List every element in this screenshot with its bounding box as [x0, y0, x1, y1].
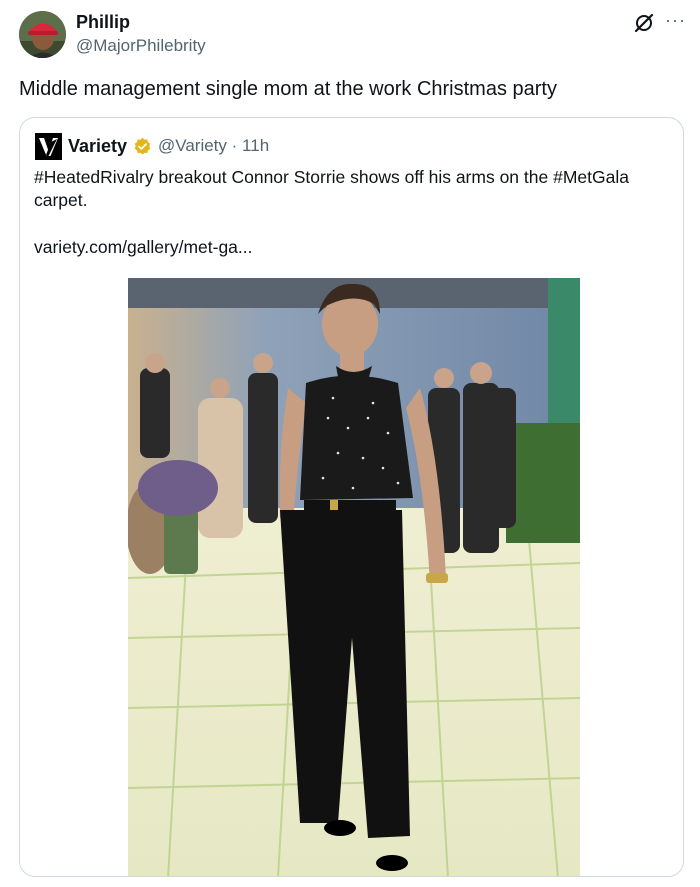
grok-icon[interactable] — [633, 12, 655, 34]
avatar[interactable] — [19, 11, 66, 58]
meta-separator: · — [231, 136, 238, 155]
author-name[interactable]: Phillip — [76, 12, 130, 33]
quote-text: #HeatedRivalry breakout Connor Storrie s… — [34, 167, 629, 210]
quote-author-handle[interactable]: @Variety — [158, 136, 227, 155]
quote-author-meta: @Variety · 11h — [158, 136, 269, 156]
quote-card[interactable]: Variety @Variety · 11h #HeatedRivalry br… — [19, 117, 684, 877]
verified-badge-icon — [133, 137, 152, 156]
quote-timestamp[interactable]: 11h — [242, 136, 269, 155]
author-handle[interactable]: @MajorPhilebrity — [76, 36, 206, 56]
tweet-text: Middle management single mom at the work… — [19, 78, 557, 100]
quote-photo[interactable] — [128, 278, 580, 876]
quote-author-name[interactable]: Variety — [68, 136, 127, 157]
more-icon[interactable]: ··· — [665, 10, 686, 31]
avatar-photo — [19, 11, 66, 58]
variety-logo-icon — [35, 133, 62, 160]
quote-link[interactable]: variety.com/gallery/met-ga... — [34, 236, 253, 259]
